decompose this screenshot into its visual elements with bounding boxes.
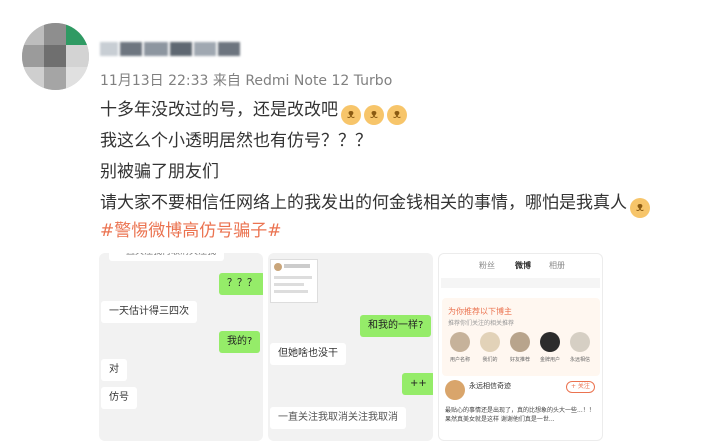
tab-album: 相册 (549, 261, 565, 270)
chat-bubble-sent: 和我的一样? (360, 315, 432, 337)
post-author-name: 永远相信奇迹 (469, 382, 511, 390)
recommend-avatar (570, 332, 590, 352)
post-avatar (445, 380, 465, 400)
post-line-3: 别被骗了朋友们 (100, 162, 219, 182)
cat-emoji-icon: ᴥ (341, 105, 361, 125)
image-thumbnail-1[interactable]: 一直关注我再取消关注我 ？？？ 一天估计得三四次 我的? 对 仿号 (99, 253, 263, 441)
cat-emoji-icon: ᴥ (387, 105, 407, 125)
recommend-subtitle: 推荐你们关注的相关推荐 (448, 320, 515, 327)
chat-bubble-received: 仿号 (101, 387, 137, 409)
recommend-avatar (540, 332, 560, 352)
recommend-name: 用户名称 (449, 357, 470, 363)
recommend-avatar (510, 332, 530, 352)
recommend-name: 好友推荐 (509, 357, 530, 363)
post-line-4-text: 请大家不要相信任网络上的我发出的何金钱相关的事情，哪怕是我真人 (100, 193, 627, 213)
recommend-name: 我们的 (482, 357, 498, 363)
avatar[interactable] (22, 23, 89, 90)
post-line-2: 我这么个小透明居然也有仿号？？？ (100, 131, 372, 151)
tab-weibo: 微博 (515, 261, 531, 270)
chat-bubble-cut: 一直关注我再取消关注我 (109, 253, 225, 261)
chat-bubble-received: 一直关注我取消关注我取消 (270, 407, 406, 429)
chat-bubble-received: 但她啥也没干 (270, 343, 346, 365)
post-text: 最贴心的事情还是出现了，真的比想象的头大一些...！！果然真美女就是这样 谢谢他… (445, 407, 595, 423)
chat-bubble-sent: ++ (402, 373, 433, 395)
chat-bubble-received: 对 (101, 359, 127, 381)
hashtag-link[interactable]: #警惕微博高仿号骗子# (100, 216, 282, 241)
recommend-title: 为你推荐以下博主 (448, 307, 512, 316)
post-line-1: 十多年没改过的号，还是改改吧 ᴥ ᴥ ᴥ (100, 95, 407, 125)
username-blurred[interactable] (100, 38, 240, 60)
chat-bubble-sent: 我的? (219, 331, 261, 353)
profile-bar (441, 278, 600, 288)
tab-fans: 粉丝 (479, 261, 495, 270)
cat-emoji-icon: ᴥ (364, 105, 384, 125)
recommend-box: 为你推荐以下博主 推荐你们关注的相关推荐 用户名称 我们的 好友推荐 金牌用户 … (442, 298, 600, 376)
recommend-avatar (450, 332, 470, 352)
image-thumbnail-3[interactable]: 粉丝 微博 相册 为你推荐以下博主 推荐你们关注的相关推荐 用户名称 我们的 好… (438, 253, 603, 441)
embedded-screenshot-image (270, 259, 318, 303)
chat-bubble-received: 一天估计得三四次 (101, 301, 197, 323)
chat-bubble-sent: ？？？ (219, 273, 263, 295)
post-meta: 11月13日 22:33 来自 Redmi Note 12 Turbo (100, 73, 393, 89)
recommend-name: 金牌用户 (539, 357, 560, 363)
recommend-avatar (480, 332, 500, 352)
image-thumbnail-2[interactable]: 和我的一样? 但她啥也没干 ++ 一直关注我取消关注我取消 (268, 253, 433, 441)
profile-tabs: 粉丝 微博 相册 (439, 254, 602, 276)
cat-emoji-icon: ᴥ (630, 198, 650, 218)
post-line-1-text: 十多年没改过的号，还是改改吧 (100, 100, 338, 120)
recommend-name: 永远相信 (569, 357, 590, 363)
post-line-4: 请大家不要相信任网络上的我发出的何金钱相关的事情，哪怕是我真人 ᴥ (100, 188, 650, 218)
follow-button: + 关注 (566, 381, 595, 393)
